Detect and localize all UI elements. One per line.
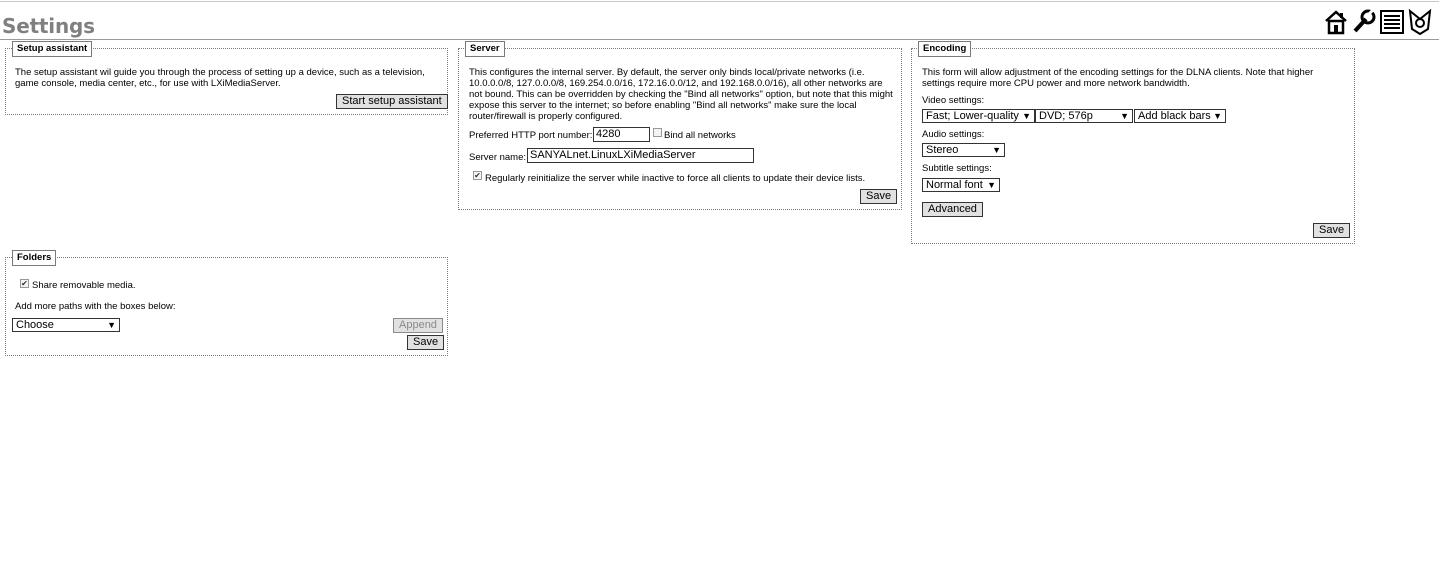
audio-value: Stereo (926, 144, 959, 156)
subtitle-value: Normal font (926, 179, 983, 191)
setup-assistant-legend: Setup assistant (12, 41, 93, 57)
chevron-down-icon: ▼ (107, 320, 116, 330)
video-quality-select[interactable]: Fast; Lower-quality ▼ (922, 109, 1035, 123)
port-label: Preferred HTTP port number: (469, 130, 593, 141)
encoding-save-button[interactable]: Save (1313, 223, 1351, 238)
video-bars-select[interactable]: Add black bars ▼ (1134, 109, 1226, 123)
encoding-panel: Encoding This form will allow adjustment… (911, 41, 1355, 244)
share-removable-checkbox[interactable]: ✔ (20, 279, 29, 288)
bind-all-label: Bind all networks (664, 130, 736, 141)
video-settings-label: Video settings: (922, 95, 985, 106)
encoding-legend: Encoding (918, 41, 972, 57)
video-format-select[interactable]: DVD; 576p ▼ (1035, 109, 1133, 123)
reinit-checkbox[interactable]: ✔ (473, 171, 482, 180)
tools-icon[interactable] (1352, 9, 1376, 35)
setup-assistant-panel: Setup assistant The setup assistant wil … (5, 41, 448, 115)
advanced-button[interactable]: Advanced (922, 202, 983, 217)
reinit-label: Regularly reinitialize the server while … (485, 173, 866, 184)
page-title: Settings (2, 14, 95, 38)
top-border (0, 1, 1439, 2)
chevron-down-icon: ▼ (1120, 111, 1129, 121)
encoding-description: This form will allow adjustment of the e… (922, 67, 1314, 89)
server-save-button[interactable]: Save (860, 189, 898, 204)
subtitle-settings-label: Subtitle settings: (922, 163, 992, 174)
path-select-value: Choose (16, 319, 54, 331)
list-icon[interactable] (1380, 9, 1404, 35)
server-description: This configures the internal server. By … (469, 67, 893, 122)
audio-settings-label: Audio settings: (922, 129, 985, 140)
folders-panel: Folders ✔ Share removable media. Add mor… (5, 250, 448, 356)
path-select[interactable]: Choose ▼ (12, 318, 120, 332)
subtitle-select[interactable]: Normal font ▼ (922, 178, 1000, 192)
audio-select[interactable]: Stereo ▼ (922, 143, 1005, 157)
video-format-value: DVD; 576p (1039, 110, 1093, 122)
port-input[interactable]: 4280 (593, 127, 650, 142)
toolbar-icons (1324, 9, 1432, 37)
lxi-logo-icon[interactable] (1408, 9, 1432, 35)
server-name-label: Server name: (469, 152, 527, 163)
share-removable-label: Share removable media. (32, 280, 136, 291)
video-bars-value: Add black bars (1138, 110, 1211, 122)
server-legend: Server (465, 41, 505, 57)
add-paths-label: Add more paths with the boxes below: (15, 301, 176, 312)
title-underline (0, 39, 1439, 40)
folders-legend: Folders (12, 250, 57, 266)
chevron-down-icon: ▼ (1022, 111, 1031, 121)
home-icon[interactable] (1324, 9, 1348, 35)
setup-assistant-description: The setup assistant wil guide you throug… (15, 67, 425, 89)
video-quality-value: Fast; Lower-quality (926, 110, 1019, 122)
bind-all-checkbox[interactable] (653, 128, 662, 137)
chevron-down-icon: ▼ (992, 145, 1001, 155)
start-setup-assistant-button[interactable]: Start setup assistant (336, 94, 448, 109)
chevron-down-icon: ▼ (1213, 111, 1222, 121)
server-panel: Server This configures the internal serv… (458, 41, 902, 210)
server-name-input[interactable]: SANYALnet.LinuxLXiMediaServer (527, 148, 754, 163)
chevron-down-icon: ▼ (987, 180, 996, 190)
folders-save-button[interactable]: Save (407, 335, 445, 350)
append-button[interactable]: Append (393, 318, 443, 333)
